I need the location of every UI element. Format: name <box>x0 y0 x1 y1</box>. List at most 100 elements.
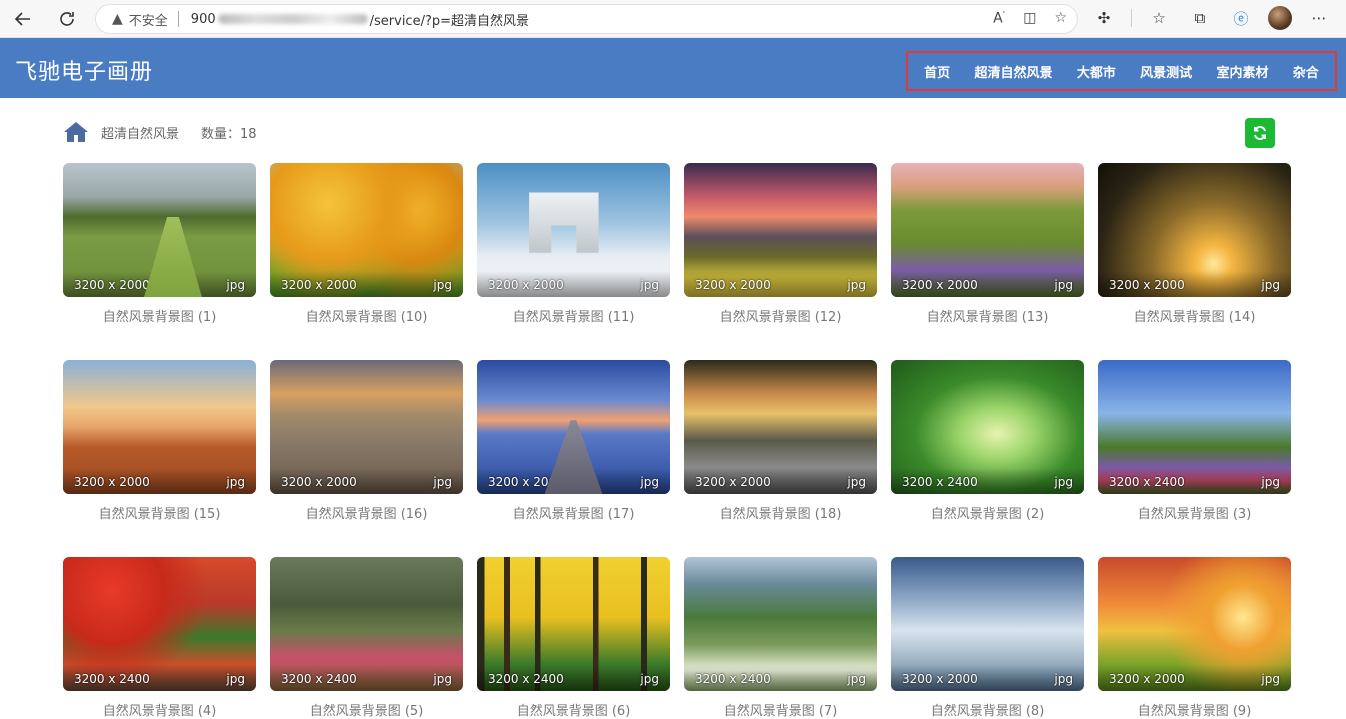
collections-icon[interactable]: ⧉ <box>1186 4 1214 32</box>
thumbnail[interactable]: 3200 x 2000 jpg <box>684 163 877 297</box>
file-type: jpg <box>1054 475 1073 489</box>
file-type: jpg <box>226 475 245 489</box>
thumbnail[interactable]: 3200 x 2400 jpg <box>270 557 463 691</box>
file-type: jpg <box>1054 672 1073 686</box>
image-dimensions: 3200 x 2000 <box>74 475 150 489</box>
nav-home[interactable]: 首页 <box>924 62 950 81</box>
nav-landscape-test[interactable]: 风景测试 <box>1140 62 1192 81</box>
image-caption[interactable]: 自然风景背景图 (17) <box>477 503 670 522</box>
breadcrumb-category[interactable]: 超清自然风景 <box>101 123 179 142</box>
image-dimensions: 3200 x 2400 <box>488 672 564 686</box>
gallery-card[interactable]: 3200 x 2400 jpg 自然风景背景图 (5) <box>270 557 463 719</box>
gallery-card[interactable]: 3200 x 2000 jpg 自然风景背景图 (12) <box>684 163 877 325</box>
file-type: jpg <box>433 278 452 292</box>
gallery-card[interactable]: 3200 x 2400 jpg 自然风景背景图 (4) <box>63 557 256 719</box>
thumbnail[interactable]: 3200 x 2400 jpg <box>891 360 1084 494</box>
thumbnail[interactable]: 3200 x 2000 jpg <box>63 163 256 297</box>
thumbnail[interactable]: 3200 x 2000 jpg <box>891 557 1084 691</box>
home-icon[interactable] <box>63 120 89 144</box>
gallery-card[interactable]: 3200 x 2000 jpg 自然风景背景图 (8) <box>891 557 1084 719</box>
gallery-card[interactable]: 3200 x 2000 jpg 自然风景背景图 (16) <box>270 360 463 522</box>
file-type: jpg <box>226 672 245 686</box>
image-caption[interactable]: 自然风景背景图 (15) <box>63 503 256 522</box>
nav-misc[interactable]: 杂合 <box>1293 62 1319 81</box>
file-type: jpg <box>1261 278 1280 292</box>
refresh-button[interactable] <box>1245 118 1275 148</box>
back-arrow-icon[interactable] <box>8 4 38 34</box>
image-caption[interactable]: 自然风景背景图 (2) <box>891 503 1084 522</box>
gallery-card[interactable]: 3200 x 2000 jpg 自然风景背景图 (14) <box>1098 163 1291 325</box>
image-caption[interactable]: 自然风景背景图 (9) <box>1098 700 1291 719</box>
image-caption[interactable]: 自然风景背景图 (3) <box>1098 503 1291 522</box>
image-caption[interactable]: 自然风景背景图 (6) <box>477 700 670 719</box>
image-dimensions: 3200 x 2000 <box>902 672 978 686</box>
image-caption[interactable]: 自然风景背景图 (5) <box>270 700 463 719</box>
image-caption[interactable]: 自然风景背景图 (18) <box>684 503 877 522</box>
image-caption[interactable]: 自然风景背景图 (11) <box>477 306 670 325</box>
image-dimensions: 3200 x 2400 <box>281 672 357 686</box>
favorites-icon[interactable]: ☆ <box>1145 4 1173 32</box>
thumbnail[interactable]: 3200 x 2000 jpg <box>63 360 256 494</box>
image-caption[interactable]: 自然风景背景图 (4) <box>63 700 256 719</box>
avatar[interactable] <box>1268 6 1292 30</box>
breadcrumb: 超清自然风景 数量：18 <box>63 120 257 144</box>
image-caption[interactable]: 自然风景背景图 (10) <box>270 306 463 325</box>
thumbnail[interactable]: 3200 x 2000 jpg <box>477 163 670 297</box>
image-caption[interactable]: 自然风景背景图 (16) <box>270 503 463 522</box>
nav-city[interactable]: 大都市 <box>1077 62 1116 81</box>
edge-icon[interactable]: ⓔ <box>1227 4 1255 32</box>
thumbnail[interactable]: 3200 x 2000 jpg <box>1098 557 1291 691</box>
thumbnail[interactable]: 3200 x 2000 jpg <box>270 163 463 297</box>
image-caption[interactable]: 自然风景背景图 (13) <box>891 306 1084 325</box>
gallery-card[interactable]: 3200 x 2000 jpg 自然风景背景图 (15) <box>63 360 256 522</box>
image-caption[interactable]: 自然风景背景图 (1) <box>63 306 256 325</box>
split-screen-icon[interactable]: ◫ <box>1023 10 1036 27</box>
extensions-icon[interactable]: ✣ <box>1090 4 1118 32</box>
thumbnail[interactable]: 3200 x 2400 jpg <box>63 557 256 691</box>
more-options-icon[interactable]: ⋯ <box>1305 4 1333 32</box>
thumbnail[interactable]: 3200 x 2400 jpg <box>1098 360 1291 494</box>
image-dimensions: 3200 x 2400 <box>902 475 978 489</box>
file-type: jpg <box>1261 475 1280 489</box>
thumbnail[interactable]: 3200 x 2400 jpg <box>684 557 877 691</box>
file-type: jpg <box>847 672 866 686</box>
site-header: 飞驰电子画册 首页 超清自然风景 大都市 风景测试 室内素材 杂合 <box>0 38 1346 98</box>
gallery-card[interactable]: 3200 x 2400 jpg 自然风景背景图 (3) <box>1098 360 1291 522</box>
image-caption[interactable]: 自然风景背景图 (14) <box>1098 306 1291 325</box>
thumbnail[interactable]: 3200 x 2000 jpg <box>891 163 1084 297</box>
file-type: jpg <box>640 672 659 686</box>
favorite-add-icon[interactable]: ☆ <box>1054 10 1067 27</box>
toolbar-divider <box>1131 9 1132 27</box>
thumbnail[interactable]: 3200 x 2000 jpg <box>270 360 463 494</box>
refresh-icon[interactable] <box>52 4 82 34</box>
gallery-card[interactable]: 3200 x 2000 jpg 自然风景背景图 (17) <box>477 360 670 522</box>
nav-nature[interactable]: 超清自然风景 <box>974 62 1052 81</box>
warning-icon: ▲ <box>112 11 123 27</box>
thumbnail[interactable]: 3200 x 2000 jpg <box>1098 163 1291 297</box>
image-caption[interactable]: 自然风景背景图 (7) <box>684 700 877 719</box>
image-dimensions: 3200 x 2000 <box>74 278 150 292</box>
gallery-card[interactable]: 3200 x 2000 jpg 自然风景背景图 (11) <box>477 163 670 325</box>
gallery-card[interactable]: 3200 x 2000 jpg 自然风景背景图 (9) <box>1098 557 1291 719</box>
gallery-card[interactable]: 3200 x 2000 jpg 自然风景背景图 (18) <box>684 360 877 522</box>
gallery-card[interactable]: 3200 x 2400 jpg 自然风景背景图 (7) <box>684 557 877 719</box>
thumbnail[interactable]: 3200 x 2400 jpg <box>477 557 670 691</box>
image-caption[interactable]: 自然风景背景图 (8) <box>891 700 1084 719</box>
gallery-card[interactable]: 3200 x 2000 jpg 自然风景背景图 (10) <box>270 163 463 325</box>
image-dimensions: 3200 x 2000 <box>1109 278 1185 292</box>
gallery-card[interactable]: 3200 x 2000 jpg 自然风景背景图 (13) <box>891 163 1084 325</box>
image-dimensions: 3200 x 2000 <box>902 278 978 292</box>
address-bar[interactable]: ▲ 不安全 900 /service/?p=超清自然风景 Aʼ ◫ ☆ <box>95 4 1078 34</box>
gallery-card[interactable]: 3200 x 2000 jpg 自然风景背景图 (1) <box>63 163 256 325</box>
file-type: jpg <box>847 475 866 489</box>
gallery-card[interactable]: 3200 x 2400 jpg 自然风景背景图 (2) <box>891 360 1084 522</box>
image-caption[interactable]: 自然风景背景图 (12) <box>684 306 877 325</box>
file-type: jpg <box>433 672 452 686</box>
gallery-card[interactable]: 3200 x 2400 jpg 自然风景背景图 (6) <box>477 557 670 719</box>
thumbnail[interactable]: 3200 x 2000 jpg <box>684 360 877 494</box>
thumbnail[interactable]: 3200 x 2000 jpg <box>477 360 670 494</box>
nav-interior[interactable]: 室内素材 <box>1216 62 1268 81</box>
read-aloud-icon[interactable]: Aʼ <box>993 10 1005 27</box>
image-dimensions: 3200 x 2000 <box>488 475 564 489</box>
file-type: jpg <box>1054 278 1073 292</box>
